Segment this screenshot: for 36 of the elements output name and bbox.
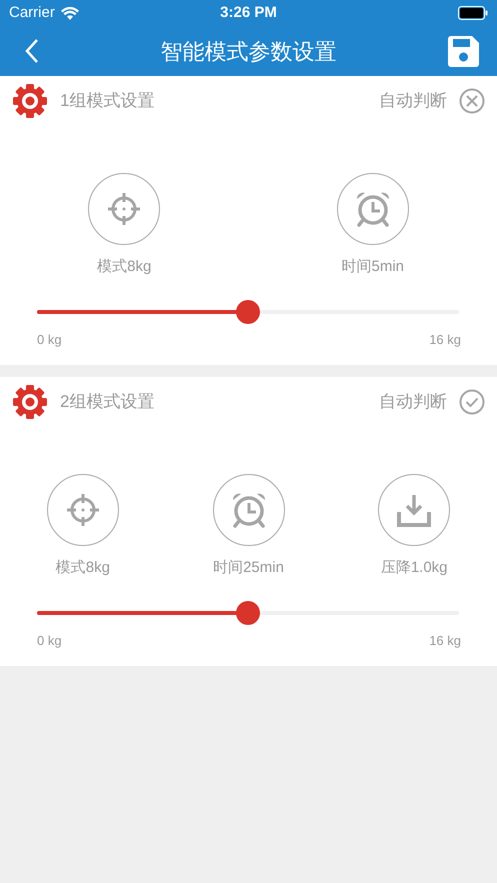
max-label: 16 kg (429, 332, 461, 348)
metric-label: 压降1.0kg (380, 558, 448, 578)
gear-icon (12, 83, 48, 119)
metric-button[interactable] (378, 474, 450, 546)
check-circle-icon[interactable] (459, 389, 485, 415)
gear-icon (12, 384, 48, 420)
auto-label: 自动判断 (379, 90, 447, 112)
crosshair-icon (107, 192, 142, 226)
group-title: 2组模式设置 (60, 391, 154, 414)
save-icon[interactable] (448, 36, 479, 66)
slider-track[interactable] (37, 601, 459, 625)
slider-thumb[interactable] (236, 601, 260, 625)
metric-label: 模式8kg (56, 558, 110, 578)
slider-thumb[interactable] (236, 300, 260, 324)
page-title: 智能模式参数设置 (160, 38, 336, 66)
back-icon[interactable] (24, 38, 40, 64)
metric-label: 时间25min (213, 558, 284, 578)
download-icon (396, 492, 432, 528)
close-circle-icon[interactable] (459, 88, 485, 114)
metric-button[interactable] (46, 474, 119, 546)
max-label: 16 kg (429, 633, 461, 649)
battery-icon (458, 6, 488, 20)
clock: 3:26 PM (220, 2, 277, 23)
min-label: 0 kg (37, 332, 62, 348)
metric-label: 时间5min (341, 257, 404, 277)
metric-button[interactable] (212, 474, 284, 546)
group-title: 1组模式设置 (60, 90, 154, 112)
min-label: 0 kg (37, 633, 62, 649)
wifi-icon (60, 6, 79, 20)
metric-button[interactable] (88, 173, 160, 245)
carrier: Carrier (9, 2, 55, 23)
crosshair-icon (66, 493, 100, 527)
metric-button[interactable] (336, 173, 409, 245)
auto-label: 自动判断 (379, 391, 447, 414)
slider-track[interactable] (37, 300, 459, 324)
metric-label: 模式8kg (97, 257, 152, 277)
